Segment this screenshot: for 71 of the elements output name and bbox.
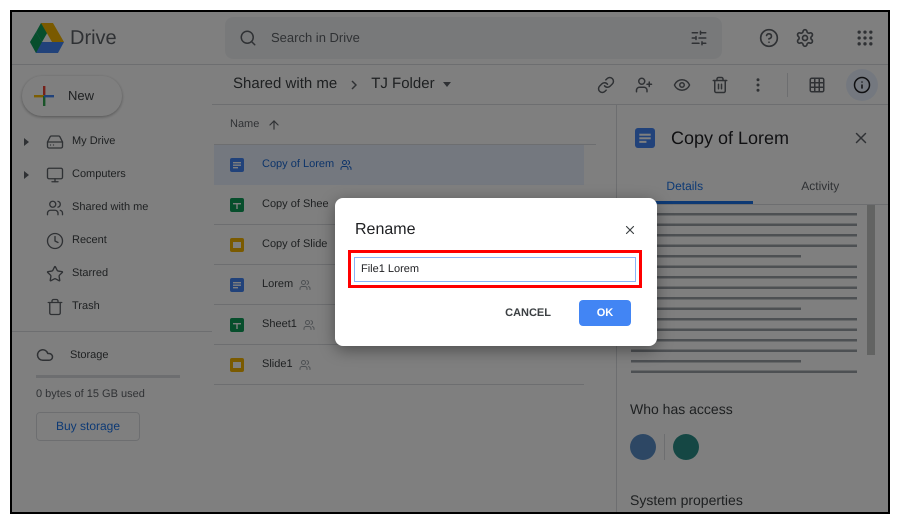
panel-tab[interactable]: Activity bbox=[752, 171, 888, 204]
file-name: Copy of Shee bbox=[262, 197, 329, 212]
sidebar-item[interactable]: Recent bbox=[12, 224, 212, 257]
filter-icon[interactable] bbox=[690, 29, 708, 47]
presentation-icon bbox=[230, 238, 244, 252]
apps-grid-icon[interactable] bbox=[855, 28, 875, 48]
file-name: Lorem bbox=[262, 277, 294, 292]
star-icon bbox=[46, 264, 64, 282]
file-row[interactable]: Copy of Lorem bbox=[214, 145, 584, 185]
search-icon bbox=[239, 29, 257, 47]
name-input-field[interactable]: File1 Lorem bbox=[354, 256, 636, 282]
chevron-icon bbox=[351, 80, 358, 90]
dropdown-caret-icon[interactable] bbox=[442, 82, 451, 87]
sort-arrow-icon[interactable] bbox=[267, 118, 282, 132]
file-name: Copy of Lorem bbox=[262, 157, 334, 172]
help-icon[interactable] bbox=[759, 28, 779, 48]
document-icon bbox=[230, 158, 244, 172]
spreadsheet-icon bbox=[230, 318, 244, 332]
computer-icon bbox=[46, 166, 64, 184]
dialog-title: Rename bbox=[355, 220, 416, 240]
sidebar-item[interactable]: Computers bbox=[12, 158, 212, 191]
cloud-icon bbox=[36, 346, 54, 364]
section-heading: System properties bbox=[630, 491, 744, 510]
settings-icon[interactable] bbox=[795, 28, 815, 48]
add-person-icon[interactable] bbox=[635, 76, 653, 94]
storage-label: Storage bbox=[70, 348, 109, 363]
sidebar-label: Shared with me bbox=[72, 200, 148, 216]
close-icon[interactable] bbox=[623, 223, 637, 237]
file-name: Copy of Slide bbox=[262, 237, 328, 252]
scrollbar[interactable] bbox=[867, 205, 875, 355]
sidebar-label: Computers bbox=[72, 167, 126, 182]
search-field[interactable]: Search in Drive bbox=[225, 17, 722, 59]
trash-icon bbox=[46, 298, 64, 316]
storage-usage: 0 bytes of 15 GB used bbox=[36, 387, 146, 402]
sidebar-label: Trash bbox=[72, 299, 100, 314]
file-name: Slide1 bbox=[262, 357, 293, 372]
grid-view-icon[interactable] bbox=[808, 76, 826, 94]
trash-icon[interactable] bbox=[711, 76, 729, 94]
drive-logo-icon bbox=[30, 23, 64, 53]
drive-icon bbox=[46, 132, 64, 150]
panel-title: Copy of Lorem bbox=[671, 126, 790, 150]
link-icon[interactable] bbox=[597, 76, 615, 94]
cancel-button[interactable]: CANCEL bbox=[497, 300, 559, 326]
sidebar-item[interactable]: Trash bbox=[12, 290, 212, 323]
avatar[interactable] bbox=[630, 434, 656, 460]
document-icon bbox=[635, 128, 655, 148]
search-input[interactable]: Search in Drive bbox=[271, 28, 676, 48]
clock-icon bbox=[46, 232, 64, 250]
sidebar-label: Starred bbox=[72, 266, 108, 282]
plus-icon bbox=[34, 86, 54, 106]
sidebar-item[interactable]: My Drive bbox=[12, 125, 212, 158]
sidebar-item[interactable]: Starred bbox=[12, 257, 212, 290]
buy-storage-button[interactable]: Buy storage bbox=[36, 412, 140, 440]
ok-button[interactable]: OK bbox=[579, 300, 631, 326]
sidebar-label: My Drive bbox=[72, 134, 116, 150]
info-icon bbox=[853, 76, 871, 94]
file-name: Sheet1 bbox=[262, 317, 297, 332]
document-icon bbox=[230, 278, 244, 292]
column-header[interactable]: Name bbox=[230, 116, 260, 133]
people-icon bbox=[46, 198, 64, 216]
spreadsheet-icon bbox=[230, 198, 244, 212]
info-button[interactable] bbox=[846, 68, 878, 100]
presentation-icon bbox=[230, 358, 244, 372]
breadcrumb-item[interactable]: Shared with me bbox=[233, 73, 338, 96]
avatar[interactable] bbox=[673, 434, 699, 460]
sidebar-label: Recent bbox=[72, 233, 107, 248]
app-name: Drive bbox=[70, 26, 117, 51]
breadcrumb-item[interactable]: TJ Folder bbox=[371, 73, 435, 96]
new-button[interactable]: New bbox=[22, 76, 122, 116]
sidebar-item[interactable]: Shared with me bbox=[12, 191, 212, 224]
section-heading: Who has access bbox=[630, 400, 734, 419]
